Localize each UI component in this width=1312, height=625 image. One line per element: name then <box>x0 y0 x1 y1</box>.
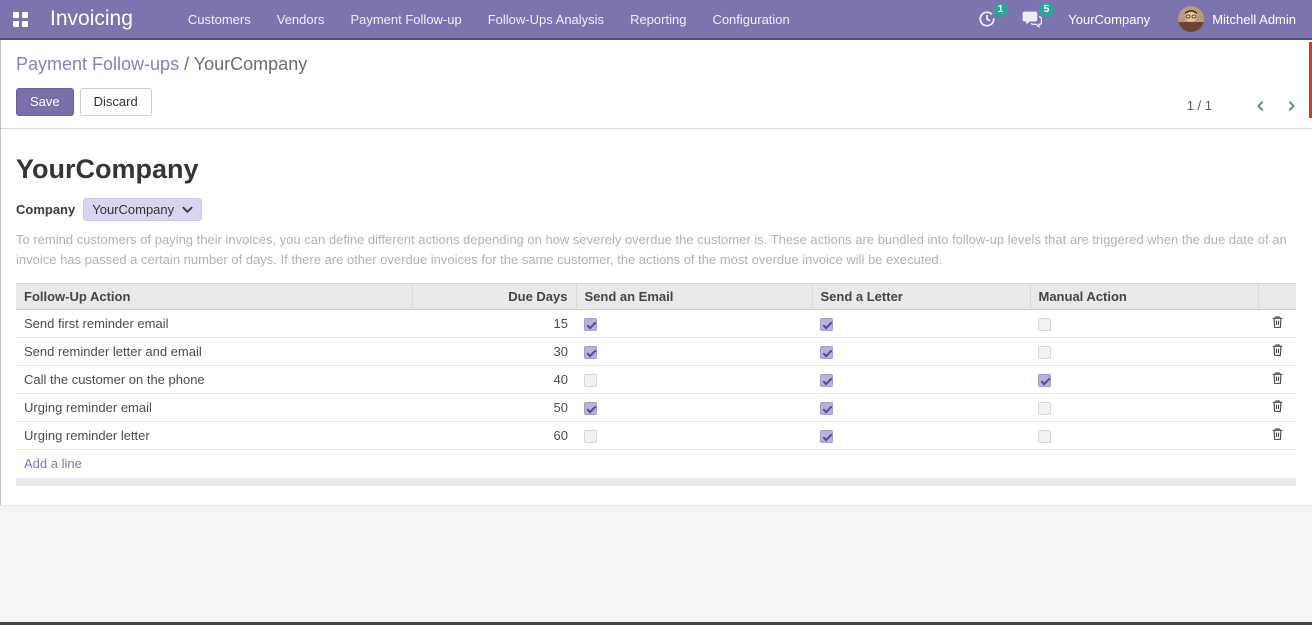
checkbox-send-letter[interactable] <box>820 374 833 387</box>
add-a-line-link[interactable]: Add a line <box>16 450 1296 478</box>
page-title: YourCompany <box>16 154 1296 185</box>
delete-row-icon[interactable] <box>1271 345 1284 360</box>
breadcrumb-current: YourCompany <box>194 54 307 74</box>
discard-button[interactable]: Discard <box>80 88 152 116</box>
table-row: Call the customer on the phone 40 <box>16 366 1296 394</box>
menu-vendors[interactable]: Vendors <box>264 0 338 38</box>
checkbox-send-letter[interactable] <box>820 318 833 331</box>
header-due-days: Due Days <box>412 284 576 310</box>
user-avatar[interactable] <box>1178 6 1204 32</box>
checkbox-manual-action[interactable] <box>1038 402 1051 415</box>
checkbox-send-letter[interactable] <box>820 430 833 443</box>
menu-reporting[interactable]: Reporting <box>617 0 699 38</box>
delete-row-icon[interactable] <box>1271 429 1284 444</box>
menu-configuration[interactable]: Configuration <box>699 0 802 38</box>
menu-customers[interactable]: Customers <box>175 0 264 38</box>
delete-row-icon[interactable] <box>1271 401 1284 416</box>
company-select-value: YourCompany <box>92 202 174 217</box>
delete-row-icon[interactable] <box>1271 317 1284 332</box>
menu-follow-ups-analysis[interactable]: Follow-Ups Analysis <box>475 0 617 38</box>
company-field-label: Company <box>16 202 75 217</box>
control-panel-buttons: Save Discard <box>16 88 1296 116</box>
top-navbar: Invoicing Customers Vendors Payment Foll… <box>0 0 1312 40</box>
help-text: To remind customers of paying their invo… <box>16 230 1296 269</box>
checkbox-send-email[interactable] <box>584 374 597 387</box>
app-brand[interactable]: Invoicing <box>50 7 133 31</box>
header-follow-up-action: Follow-Up Action <box>16 284 412 310</box>
cell-due-days[interactable]: 60 <box>412 422 576 450</box>
user-menu[interactable]: Mitchell Admin <box>1212 12 1296 27</box>
table-footer-bar <box>16 478 1296 486</box>
messages-badge: 5 <box>1039 3 1055 17</box>
checkbox-send-email[interactable] <box>584 346 597 359</box>
follow-up-table: Follow-Up Action Due Days Send an Email … <box>16 283 1296 477</box>
checkbox-manual-action[interactable] <box>1038 346 1051 359</box>
messages-button[interactable]: 5 <box>1022 10 1042 28</box>
header-send-letter: Send a Letter <box>812 284 1030 310</box>
control-panel: Payment Follow-ups / YourCompany Save Di… <box>0 40 1312 129</box>
form-sheet: YourCompany Company YourCompany To remin… <box>0 154 1312 486</box>
company-field-row: Company YourCompany <box>16 198 1296 221</box>
add-line-row: Add a line <box>16 450 1296 478</box>
delete-row-icon[interactable] <box>1271 373 1284 388</box>
checkbox-manual-action[interactable] <box>1038 430 1051 443</box>
apps-grid-icon[interactable] <box>13 12 28 27</box>
checkbox-send-email[interactable] <box>584 430 597 443</box>
cell-due-days[interactable]: 15 <box>412 310 576 338</box>
checkbox-manual-action[interactable] <box>1038 374 1051 387</box>
cell-action[interactable]: Call the customer on the phone <box>16 366 412 394</box>
table-row: Send reminder letter and email 30 <box>16 338 1296 366</box>
header-manual-action: Manual Action <box>1030 284 1258 310</box>
table-header-row: Follow-Up Action Due Days Send an Email … <box>16 284 1296 310</box>
company-switcher[interactable]: YourCompany <box>1068 12 1150 27</box>
activity-badge: 1 <box>993 3 1009 17</box>
page-background <box>0 505 1312 622</box>
pager: 1 / 1 <box>1187 98 1298 113</box>
cell-due-days[interactable]: 50 <box>412 394 576 422</box>
header-actions <box>1258 284 1296 310</box>
left-edge-line <box>0 40 1 505</box>
chevron-down-icon <box>182 202 193 217</box>
pager-previous-button[interactable] <box>1254 99 1267 113</box>
cell-due-days[interactable]: 30 <box>412 338 576 366</box>
header-send-email: Send an Email <box>576 284 812 310</box>
cell-action[interactable]: Send first reminder email <box>16 310 412 338</box>
navbar-right: 1 5 YourCompany Mitchell Admin <box>978 6 1312 32</box>
cell-action[interactable]: Urging reminder letter <box>16 422 412 450</box>
breadcrumb-parent-link[interactable]: Payment Follow-ups <box>16 54 179 74</box>
checkbox-send-letter[interactable] <box>820 402 833 415</box>
main-menu: Customers Vendors Payment Follow-up Foll… <box>175 0 803 38</box>
cell-due-days[interactable]: 40 <box>412 366 576 394</box>
checkbox-send-letter[interactable] <box>820 346 833 359</box>
cell-action[interactable]: Urging reminder email <box>16 394 412 422</box>
checkbox-manual-action[interactable] <box>1038 318 1051 331</box>
cell-action[interactable]: Send reminder letter and email <box>16 338 412 366</box>
company-select[interactable]: YourCompany <box>83 198 202 221</box>
pager-next-button[interactable] <box>1285 99 1298 113</box>
checkbox-send-email[interactable] <box>584 402 597 415</box>
table-row: Send first reminder email 15 <box>16 310 1296 338</box>
save-button[interactable]: Save <box>16 88 74 116</box>
menu-payment-follow-up[interactable]: Payment Follow-up <box>337 0 474 38</box>
table-row: Urging reminder email 50 <box>16 394 1296 422</box>
activities-button[interactable]: 1 <box>978 10 996 28</box>
breadcrumb-separator: / <box>184 54 189 74</box>
table-row: Urging reminder letter 60 <box>16 422 1296 450</box>
pager-value[interactable]: 1 / 1 <box>1187 98 1212 113</box>
checkbox-send-email[interactable] <box>584 318 597 331</box>
breadcrumb: Payment Follow-ups / YourCompany <box>16 54 1296 75</box>
